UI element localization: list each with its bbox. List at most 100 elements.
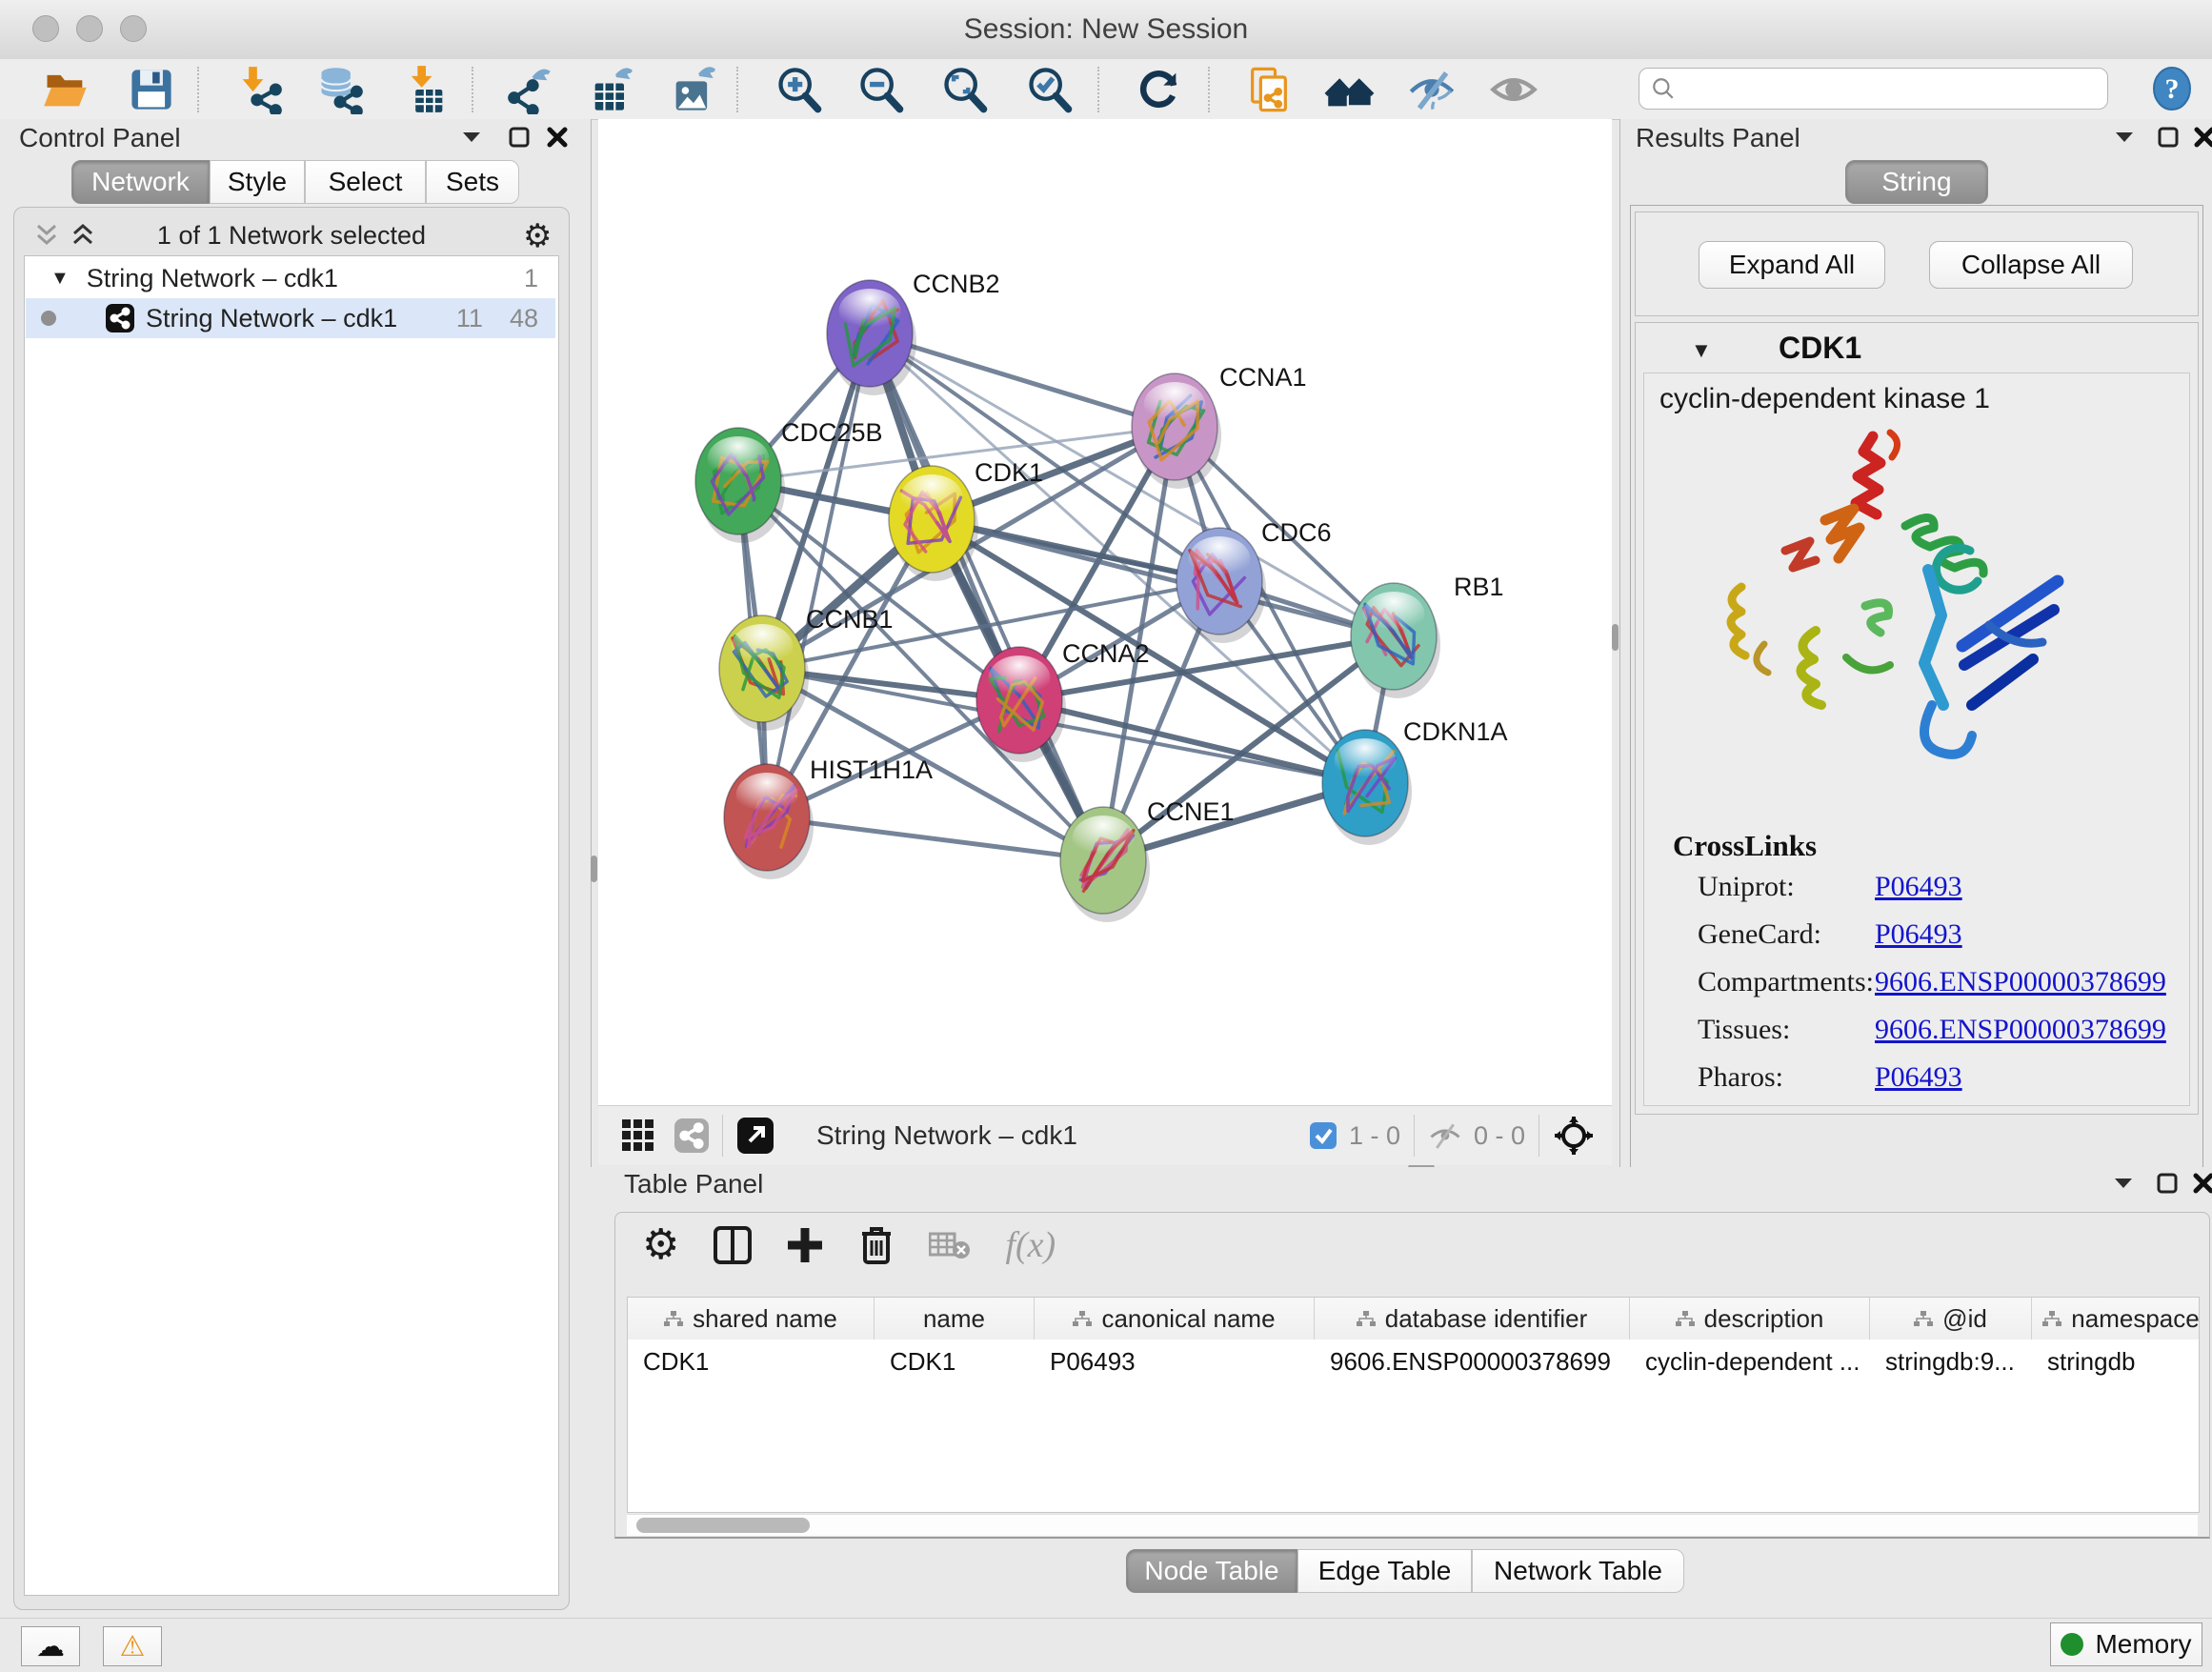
- tab-string[interactable]: String: [1845, 160, 1988, 204]
- vertical-splitter-handle[interactable]: [1612, 624, 1619, 651]
- duplicate-network-button[interactable]: [1243, 65, 1295, 114]
- section-collapse-caret[interactable]: ▼: [1691, 338, 1712, 363]
- network-node-CCNB2[interactable]: CCNB2: [827, 270, 1000, 395]
- close-panel-button[interactable]: [2187, 1167, 2212, 1199]
- tab-select[interactable]: Select: [305, 160, 426, 204]
- grid-mode-icon[interactable]: [621, 1118, 655, 1153]
- zoom-out-icon: [855, 65, 907, 114]
- crosslink-value-link[interactable]: P06493: [1875, 918, 1962, 951]
- hidden-eye-slash-icon[interactable]: [1428, 1120, 1462, 1151]
- network-edge[interactable]: [767, 817, 1103, 860]
- close-panel-button[interactable]: [2188, 121, 2212, 153]
- network-node-RB1[interactable]: RB1: [1351, 573, 1504, 698]
- zoom-selected-button[interactable]: [1024, 65, 1076, 114]
- collection-expand-caret[interactable]: ▼: [50, 268, 70, 290]
- network-node-CCNE1[interactable]: CCNE1: [1060, 797, 1235, 922]
- column-header[interactable]: name: [875, 1298, 1035, 1340]
- network-options-gear-icon[interactable]: ⚙: [523, 217, 552, 255]
- search-input[interactable]: [1676, 73, 2080, 105]
- network-node-HIST1H1A[interactable]: HIST1H1A: [724, 755, 933, 879]
- birds-eye-view-icon[interactable]: [1553, 1115, 1595, 1157]
- column-header[interactable]: @id: [1870, 1298, 2032, 1340]
- add-column-icon[interactable]: [786, 1224, 824, 1266]
- zoom-fit-button[interactable]: [939, 65, 991, 114]
- node-label: CCNE1: [1147, 797, 1235, 826]
- tab-sets[interactable]: Sets: [426, 160, 519, 204]
- crosslink-value-link[interactable]: P06493: [1875, 1061, 1962, 1094]
- search-box[interactable]: [1639, 68, 2108, 110]
- export-network-button[interactable]: [505, 65, 556, 114]
- network-node-CDC6[interactable]: CDC6: [1176, 518, 1332, 643]
- tab-network-table[interactable]: Network Table: [1472, 1549, 1684, 1593]
- tab-style[interactable]: Style: [210, 160, 305, 204]
- horizontal-scrollbar[interactable]: [627, 1514, 2198, 1536]
- apply-layout-button[interactable]: [1134, 65, 1185, 114]
- table-cell[interactable]: CDK1: [875, 1340, 1035, 1383]
- button-label: Collapse All: [1961, 250, 2101, 280]
- network-node-CDKN1A[interactable]: CDKN1A: [1322, 717, 1508, 845]
- table-settings-gear-icon[interactable]: ⚙: [642, 1220, 679, 1269]
- help-button[interactable]: ?: [2149, 66, 2195, 116]
- import-network-database-button[interactable]: [314, 65, 366, 114]
- table-cell[interactable]: P06493: [1035, 1340, 1315, 1383]
- network-node-CDC25B[interactable]: CDC25B: [695, 418, 883, 543]
- network-collection-row[interactable]: ▼ String Network – cdk1 1: [26, 258, 555, 298]
- network-row-selected[interactable]: String Network – cdk1 11 48: [26, 298, 555, 338]
- delete-table-icon[interactable]: [929, 1229, 971, 1261]
- network-edge[interactable]: [767, 333, 870, 817]
- function-builder-icon[interactable]: f(x): [1005, 1224, 1056, 1266]
- crosslink-value-link[interactable]: 9606.ENSP00000378699: [1875, 1014, 2166, 1046]
- expand-all-button[interactable]: Expand All: [1699, 241, 1885, 289]
- warnings-button[interactable]: ⚠: [103, 1626, 162, 1666]
- table-cell[interactable]: cyclin-dependent ...: [1630, 1340, 1870, 1383]
- crosslink-value-link[interactable]: P06493: [1875, 871, 1962, 903]
- save-session-button[interactable]: [126, 65, 177, 114]
- float-panel-button[interactable]: [2107, 1167, 2140, 1199]
- maximize-panel-button[interactable]: [2152, 121, 2184, 153]
- table-cell[interactable]: 9606.ENSP00000378699: [1315, 1340, 1630, 1383]
- table-row[interactable]: CDK1CDK1P064939606.ENSP00000378699cyclin…: [628, 1340, 2199, 1383]
- inactive-eye-button[interactable]: [1488, 65, 1539, 114]
- zoom-in-button[interactable]: [774, 65, 825, 114]
- scrollbar-thumb[interactable]: [636, 1518, 810, 1533]
- first-neighbors-button[interactable]: [1324, 65, 1376, 114]
- import-network-file-button[interactable]: [233, 65, 285, 114]
- network-mode-icon[interactable]: [674, 1118, 709, 1153]
- show-hide-graphics-button[interactable]: [1406, 65, 1458, 114]
- crosslink-value-link[interactable]: 9606.ENSP00000378699: [1875, 966, 2166, 998]
- import-table-file-button[interactable]: [400, 65, 452, 114]
- zoom-out-button[interactable]: [855, 65, 907, 114]
- open-session-button[interactable]: [40, 65, 91, 114]
- table-cell[interactable]: stringdb: [2032, 1340, 2200, 1383]
- column-header[interactable]: shared name: [628, 1298, 875, 1340]
- network-canvas[interactable]: CCNB2CCNA1CDC25BCDK1CDC6RB1CCNB1CCNA2CDK…: [598, 119, 1612, 1105]
- tab-node-table[interactable]: Node Table: [1126, 1549, 1297, 1593]
- table-cell[interactable]: CDK1: [628, 1340, 875, 1383]
- cloud-status-button[interactable]: ☁: [21, 1626, 80, 1666]
- column-header[interactable]: namespace: [2032, 1298, 2200, 1340]
- node-table[interactable]: shared namenamecanonical namedatabase id…: [627, 1297, 2200, 1513]
- float-panel-button[interactable]: [2108, 121, 2141, 153]
- column-header[interactable]: database identifier: [1315, 1298, 1630, 1340]
- detach-view-icon[interactable]: [736, 1117, 774, 1155]
- float-panel-button[interactable]: [455, 121, 488, 153]
- vertical-splitter-handle[interactable]: [591, 856, 597, 882]
- crosslink-label: Uniprot:: [1698, 871, 1875, 903]
- selected-checkbox-icon[interactable]: [1309, 1121, 1337, 1150]
- collapse-all-button[interactable]: Collapse All: [1929, 241, 2133, 289]
- show-columns-icon[interactable]: [714, 1224, 752, 1266]
- network-node-CCNB1[interactable]: CCNB1: [719, 605, 894, 731]
- tab-network[interactable]: Network: [71, 160, 210, 204]
- delete-column-icon[interactable]: [858, 1224, 895, 1266]
- column-header[interactable]: description: [1630, 1298, 1870, 1340]
- export-image-button[interactable]: [667, 65, 718, 114]
- column-header[interactable]: canonical name: [1035, 1298, 1315, 1340]
- maximize-panel-button[interactable]: [503, 121, 535, 153]
- maximize-panel-button[interactable]: [2151, 1167, 2183, 1199]
- tab-edge-table[interactable]: Edge Table: [1297, 1549, 1472, 1593]
- table-panel: Table Panel ⚙ f(x) shared namenamecano: [591, 1167, 2212, 1618]
- memory-button[interactable]: Memory: [2050, 1622, 2202, 1666]
- export-table-button[interactable]: [586, 65, 637, 114]
- table-cell[interactable]: stringdb:9...: [1870, 1340, 2032, 1383]
- close-panel-button[interactable]: [541, 121, 573, 153]
